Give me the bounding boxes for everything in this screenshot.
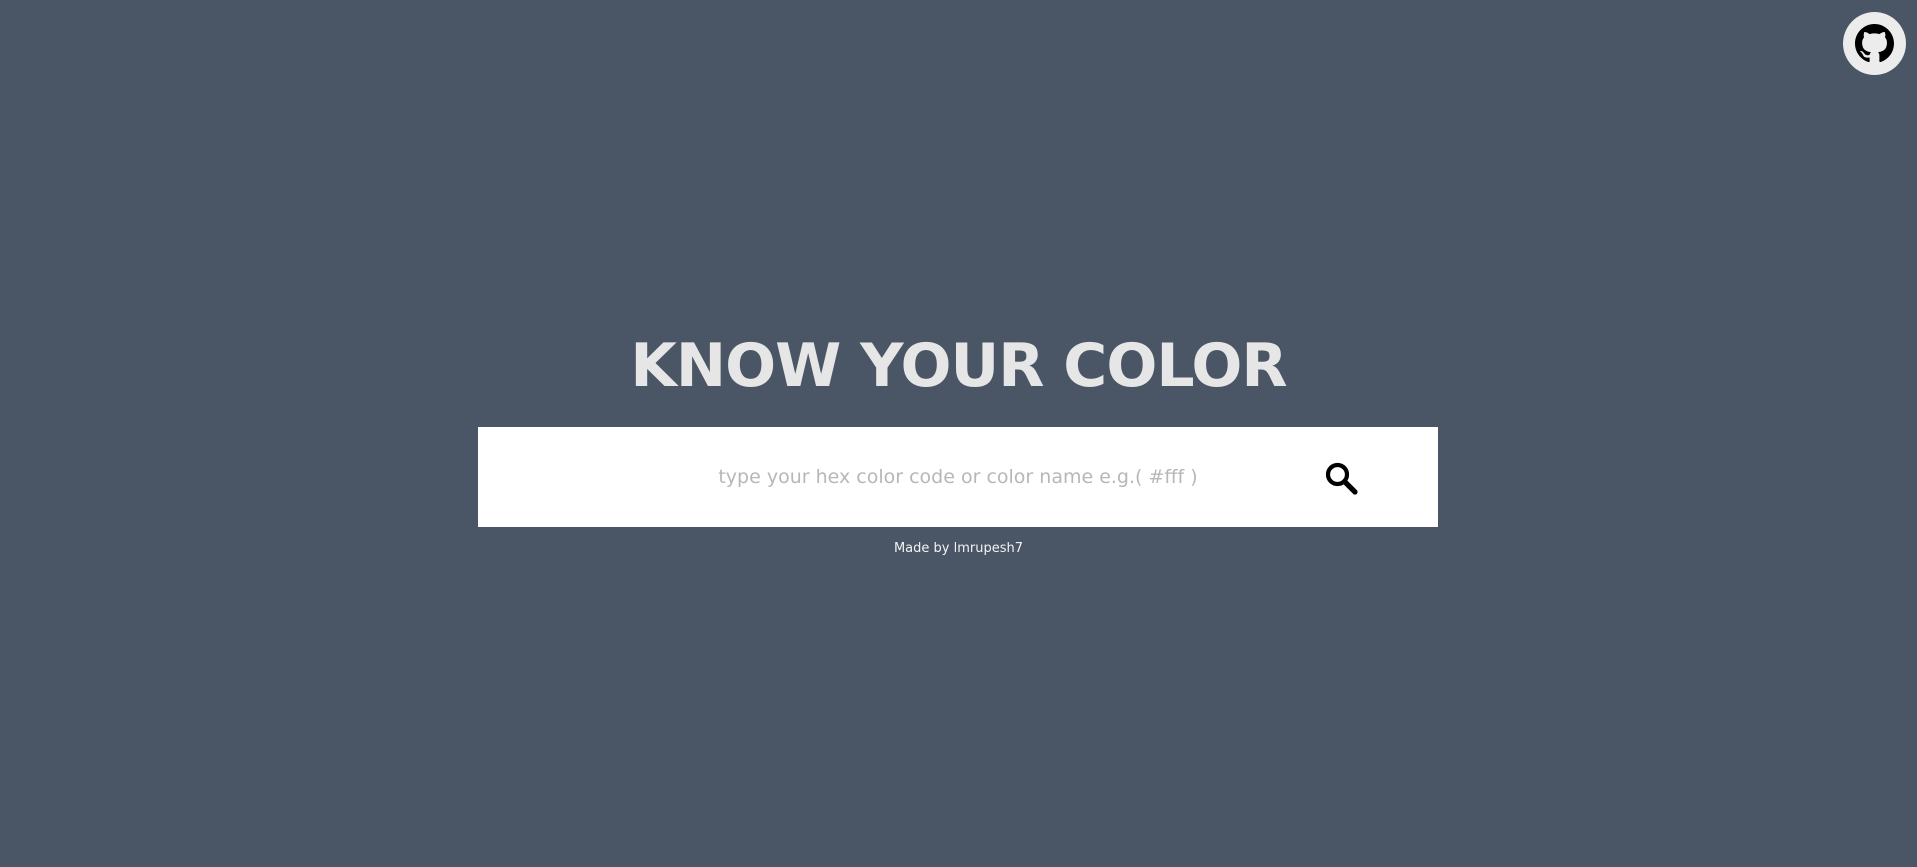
page: KNOW YOUR COLOR Made by lmrupesh7 — [0, 0, 1917, 867]
search-box — [478, 427, 1438, 527]
search-icon — [1325, 462, 1358, 495]
color-search-input[interactable] — [478, 427, 1438, 527]
footer-credit: Made by lmrupesh7 — [893, 541, 1024, 556]
github-link[interactable] — [1843, 12, 1906, 75]
page-title: KNOW YOUR COLOR — [630, 331, 1287, 401]
github-icon — [1855, 24, 1894, 63]
search-button[interactable] — [1324, 459, 1362, 497]
